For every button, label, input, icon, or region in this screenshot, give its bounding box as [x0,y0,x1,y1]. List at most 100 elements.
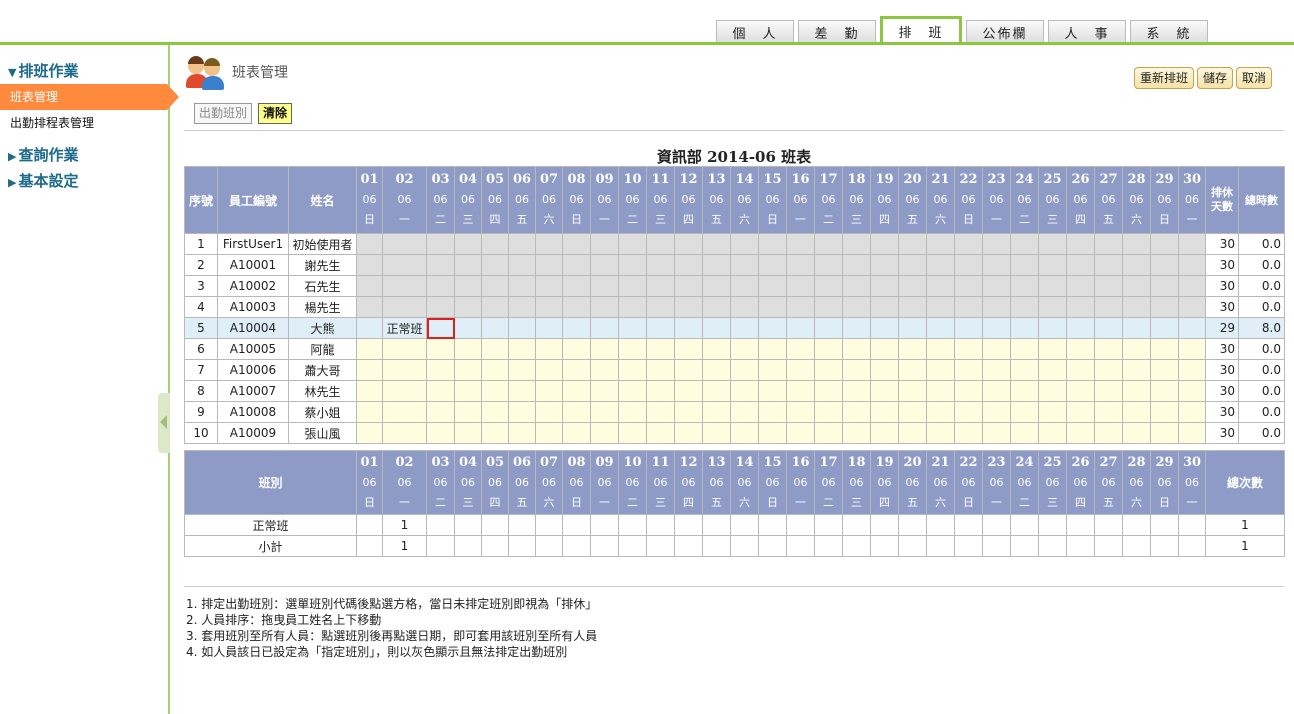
shift-cell[interactable] [454,275,482,297]
day-header[interactable]: 24 06 二 [1010,166,1039,234]
row-name[interactable]: 蔡小姐 [288,401,357,423]
shift-cell[interactable] [926,401,955,423]
shift-cell[interactable] [814,275,843,297]
shift-cell[interactable] [426,233,455,255]
shift-cell[interactable] [730,380,759,402]
shift-cell[interactable] [454,233,482,255]
summary-label[interactable]: 小計 [184,535,357,557]
shift-cell[interactable] [1066,380,1095,402]
shift-cell[interactable] [758,254,787,276]
shift-cell[interactable] [1066,422,1095,444]
shift-cell[interactable] [1094,275,1123,297]
day-header[interactable]: 16 06 一 [786,166,815,234]
shift-cell[interactable] [1038,254,1067,276]
shift-cell[interactable] [786,401,815,423]
summary-day-header[interactable]: 26 06 四 [1066,450,1095,515]
summary-day-header[interactable]: 02 06 一 [382,450,427,515]
shift-cell[interactable] [898,254,927,276]
shift-cell[interactable] [870,296,899,318]
shift-cell[interactable] [535,296,563,318]
summary-day-header[interactable]: 08 06 日 [562,450,591,515]
shift-cell[interactable] [758,317,787,339]
shift-cell[interactable] [535,380,563,402]
shift-cell[interactable] [674,275,703,297]
shift-cell[interactable] [1150,422,1179,444]
shift-cell[interactable] [898,233,927,255]
shift-cell[interactable] [674,254,703,276]
shift-cell[interactable] [508,254,536,276]
row-name[interactable]: 楊先生 [288,296,357,318]
shift-cell[interactable] [702,317,731,339]
shift-cell[interactable] [1178,422,1206,444]
shift-cell[interactable] [954,275,983,297]
shift-cell[interactable] [814,317,843,339]
shift-cell[interactable] [618,401,647,423]
tab-0[interactable]: 個 人 [716,20,794,44]
shift-cell[interactable] [1094,401,1123,423]
shift-cell[interactable] [356,275,383,297]
shift-cell[interactable] [842,401,871,423]
shift-cell[interactable] [1122,296,1151,318]
summary-day-header[interactable]: 11 06 三 [646,450,675,515]
shift-cell[interactable] [454,296,482,318]
shift-cell[interactable] [646,317,675,339]
row-name[interactable]: 謝先生 [288,254,357,276]
shift-cell[interactable] [982,233,1011,255]
shift-cell[interactable] [814,380,843,402]
shift-cell[interactable] [982,380,1011,402]
shift-option-clear[interactable]: 清除 [258,103,293,124]
shift-cell[interactable] [1150,401,1179,423]
shift-cell[interactable] [786,254,815,276]
shift-cell[interactable] [730,254,759,276]
shift-cell[interactable] [454,380,482,402]
shift-cell[interactable] [618,296,647,318]
summary-day-header[interactable]: 16 06 一 [786,450,815,515]
shift-cell[interactable] [356,359,383,381]
shift-cell[interactable] [702,401,731,423]
summary-day-header[interactable]: 20 06 五 [898,450,927,515]
shift-cell[interactable] [590,401,619,423]
shift-cell[interactable] [926,422,955,444]
shift-cell[interactable] [426,359,455,381]
shift-cell[interactable] [382,233,427,255]
summary-day-header[interactable]: 28 06 六 [1122,450,1151,515]
shift-cell[interactable] [382,338,427,360]
day-header[interactable]: 26 06 四 [1066,166,1095,234]
shift-cell[interactable] [481,254,509,276]
shift-cell[interactable] [814,422,843,444]
shift-cell[interactable] [508,380,536,402]
shift-cell[interactable] [535,359,563,381]
shift-cell[interactable] [356,254,383,276]
selected-shift-cell[interactable] [426,317,455,339]
shift-cell[interactable] [508,359,536,381]
shift-cell[interactable] [842,359,871,381]
shift-cell[interactable] [382,422,427,444]
shift-cell[interactable] [758,233,787,255]
day-header[interactable]: 13 06 五 [702,166,731,234]
shift-cell[interactable] [1038,401,1067,423]
shift-cell[interactable] [1178,254,1206,276]
shift-cell[interactable] [1178,296,1206,318]
shift-cell[interactable] [1010,380,1039,402]
tab-3[interactable]: 公佈欄 [966,20,1044,44]
shift-cell[interactable] [382,380,427,402]
shift-cell[interactable] [702,338,731,360]
shift-cell[interactable] [426,380,455,402]
shift-cell[interactable] [454,317,482,339]
shift-cell[interactable] [1094,338,1123,360]
shift-cell[interactable] [562,401,591,423]
shift-cell[interactable] [786,359,815,381]
row-name[interactable]: 張山風 [288,422,357,444]
shift-cell[interactable] [1178,317,1206,339]
day-header[interactable]: 02 06 一 [382,166,427,234]
shift-cell[interactable] [356,401,383,423]
shift-cell[interactable] [1122,338,1151,360]
summary-day-header[interactable]: 12 06 四 [674,450,703,515]
shift-cell[interactable] [674,359,703,381]
shift-cell[interactable] [926,254,955,276]
shift-cell[interactable] [590,380,619,402]
shift-cell[interactable] [1094,422,1123,444]
shift-cell[interactable] [954,422,983,444]
shift-cell[interactable] [954,233,983,255]
shift-cell[interactable] [535,401,563,423]
